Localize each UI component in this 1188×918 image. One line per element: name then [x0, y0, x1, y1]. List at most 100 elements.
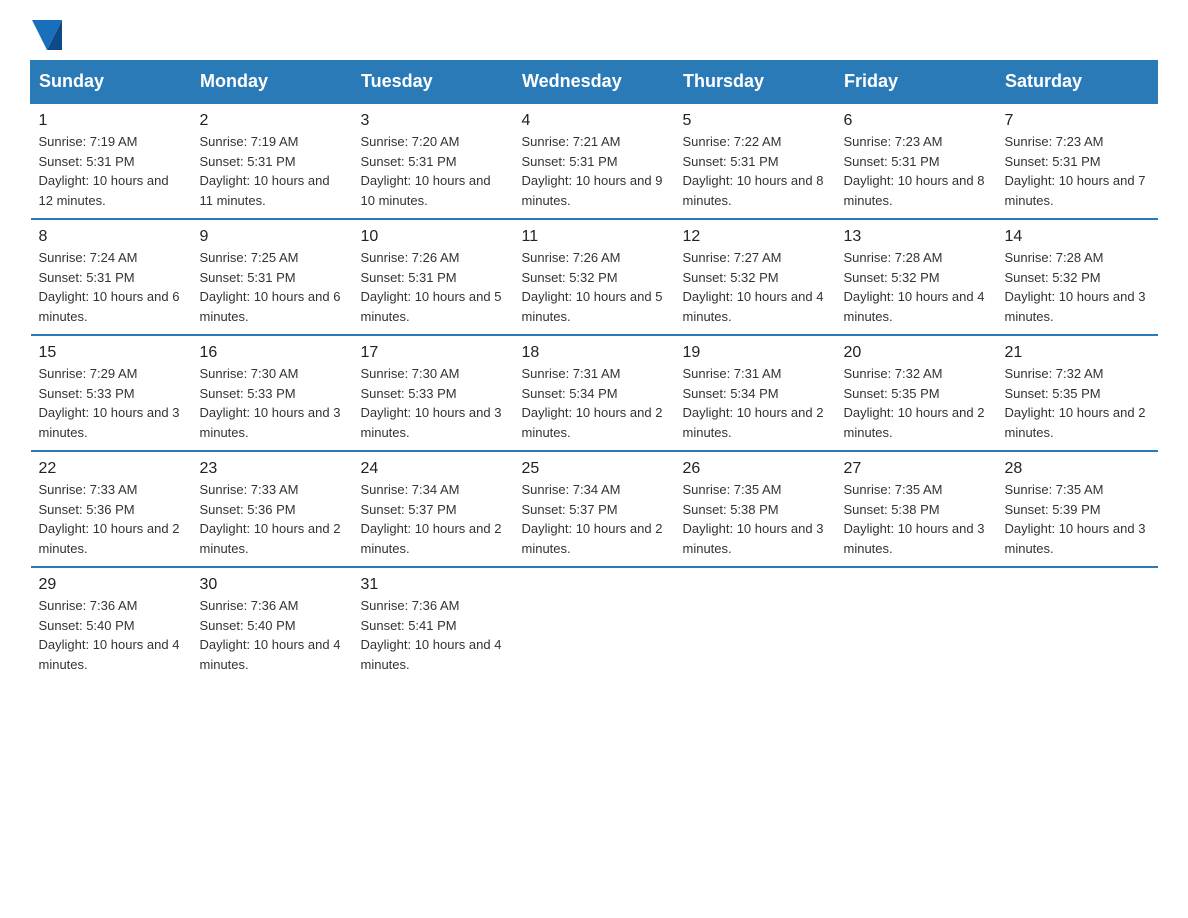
calendar-cell: 20 Sunrise: 7:32 AMSunset: 5:35 PMDaylig… — [836, 335, 997, 451]
calendar-cell — [836, 567, 997, 682]
calendar-cell — [675, 567, 836, 682]
calendar-cell: 26 Sunrise: 7:35 AMSunset: 5:38 PMDaylig… — [675, 451, 836, 567]
day-info: Sunrise: 7:21 AMSunset: 5:31 PMDaylight:… — [522, 134, 663, 208]
day-number: 2 — [200, 112, 345, 130]
day-number: 23 — [200, 460, 345, 478]
calendar-cell: 23 Sunrise: 7:33 AMSunset: 5:36 PMDaylig… — [192, 451, 353, 567]
col-friday: Friday — [836, 61, 997, 104]
calendar-cell: 19 Sunrise: 7:31 AMSunset: 5:34 PMDaylig… — [675, 335, 836, 451]
calendar-cell: 16 Sunrise: 7:30 AMSunset: 5:33 PMDaylig… — [192, 335, 353, 451]
calendar-cell: 9 Sunrise: 7:25 AMSunset: 5:31 PMDayligh… — [192, 219, 353, 335]
day-number: 1 — [39, 112, 184, 130]
day-info: Sunrise: 7:34 AMSunset: 5:37 PMDaylight:… — [522, 482, 663, 556]
day-number: 25 — [522, 460, 667, 478]
day-info: Sunrise: 7:34 AMSunset: 5:37 PMDaylight:… — [361, 482, 502, 556]
calendar-cell: 6 Sunrise: 7:23 AMSunset: 5:31 PMDayligh… — [836, 103, 997, 219]
day-number: 7 — [1005, 112, 1150, 130]
day-number: 21 — [1005, 344, 1150, 362]
calendar-week-row: 1 Sunrise: 7:19 AMSunset: 5:31 PMDayligh… — [31, 103, 1158, 219]
day-number: 29 — [39, 576, 184, 594]
day-info: Sunrise: 7:30 AMSunset: 5:33 PMDaylight:… — [200, 366, 341, 440]
day-info: Sunrise: 7:23 AMSunset: 5:31 PMDaylight:… — [844, 134, 985, 208]
page-header — [30, 20, 1158, 50]
calendar-cell: 17 Sunrise: 7:30 AMSunset: 5:33 PMDaylig… — [353, 335, 514, 451]
day-info: Sunrise: 7:20 AMSunset: 5:31 PMDaylight:… — [361, 134, 491, 208]
calendar-cell: 7 Sunrise: 7:23 AMSunset: 5:31 PMDayligh… — [997, 103, 1158, 219]
calendar-cell: 18 Sunrise: 7:31 AMSunset: 5:34 PMDaylig… — [514, 335, 675, 451]
day-info: Sunrise: 7:26 AMSunset: 5:31 PMDaylight:… — [361, 250, 502, 324]
calendar-week-row: 15 Sunrise: 7:29 AMSunset: 5:33 PMDaylig… — [31, 335, 1158, 451]
day-info: Sunrise: 7:22 AMSunset: 5:31 PMDaylight:… — [683, 134, 824, 208]
day-number: 17 — [361, 344, 506, 362]
calendar-table: Sunday Monday Tuesday Wednesday Thursday… — [30, 60, 1158, 682]
day-info: Sunrise: 7:29 AMSunset: 5:33 PMDaylight:… — [39, 366, 180, 440]
day-number: 30 — [200, 576, 345, 594]
day-info: Sunrise: 7:33 AMSunset: 5:36 PMDaylight:… — [39, 482, 180, 556]
day-info: Sunrise: 7:35 AMSunset: 5:38 PMDaylight:… — [683, 482, 824, 556]
calendar-cell: 29 Sunrise: 7:36 AMSunset: 5:40 PMDaylig… — [31, 567, 192, 682]
day-number: 6 — [844, 112, 989, 130]
day-number: 16 — [200, 344, 345, 362]
calendar-cell: 31 Sunrise: 7:36 AMSunset: 5:41 PMDaylig… — [353, 567, 514, 682]
day-number: 22 — [39, 460, 184, 478]
day-info: Sunrise: 7:32 AMSunset: 5:35 PMDaylight:… — [1005, 366, 1146, 440]
calendar-cell: 24 Sunrise: 7:34 AMSunset: 5:37 PMDaylig… — [353, 451, 514, 567]
day-number: 5 — [683, 112, 828, 130]
day-info: Sunrise: 7:30 AMSunset: 5:33 PMDaylight:… — [361, 366, 502, 440]
col-monday: Monday — [192, 61, 353, 104]
calendar-cell: 25 Sunrise: 7:34 AMSunset: 5:37 PMDaylig… — [514, 451, 675, 567]
calendar-cell: 4 Sunrise: 7:21 AMSunset: 5:31 PMDayligh… — [514, 103, 675, 219]
day-info: Sunrise: 7:31 AMSunset: 5:34 PMDaylight:… — [683, 366, 824, 440]
day-info: Sunrise: 7:33 AMSunset: 5:36 PMDaylight:… — [200, 482, 341, 556]
day-info: Sunrise: 7:24 AMSunset: 5:31 PMDaylight:… — [39, 250, 180, 324]
calendar-cell: 13 Sunrise: 7:28 AMSunset: 5:32 PMDaylig… — [836, 219, 997, 335]
calendar-header-row: Sunday Monday Tuesday Wednesday Thursday… — [31, 61, 1158, 104]
calendar-cell: 11 Sunrise: 7:26 AMSunset: 5:32 PMDaylig… — [514, 219, 675, 335]
day-info: Sunrise: 7:32 AMSunset: 5:35 PMDaylight:… — [844, 366, 985, 440]
day-number: 8 — [39, 228, 184, 246]
calendar-cell: 10 Sunrise: 7:26 AMSunset: 5:31 PMDaylig… — [353, 219, 514, 335]
calendar-cell: 15 Sunrise: 7:29 AMSunset: 5:33 PMDaylig… — [31, 335, 192, 451]
calendar-cell: 22 Sunrise: 7:33 AMSunset: 5:36 PMDaylig… — [31, 451, 192, 567]
calendar-cell: 12 Sunrise: 7:27 AMSunset: 5:32 PMDaylig… — [675, 219, 836, 335]
day-info: Sunrise: 7:23 AMSunset: 5:31 PMDaylight:… — [1005, 134, 1146, 208]
logo — [30, 20, 64, 50]
day-number: 4 — [522, 112, 667, 130]
calendar-cell: 3 Sunrise: 7:20 AMSunset: 5:31 PMDayligh… — [353, 103, 514, 219]
day-info: Sunrise: 7:25 AMSunset: 5:31 PMDaylight:… — [200, 250, 341, 324]
day-number: 14 — [1005, 228, 1150, 246]
day-number: 31 — [361, 576, 506, 594]
day-info: Sunrise: 7:28 AMSunset: 5:32 PMDaylight:… — [1005, 250, 1146, 324]
calendar-cell: 30 Sunrise: 7:36 AMSunset: 5:40 PMDaylig… — [192, 567, 353, 682]
col-wednesday: Wednesday — [514, 61, 675, 104]
calendar-cell — [514, 567, 675, 682]
calendar-cell: 27 Sunrise: 7:35 AMSunset: 5:38 PMDaylig… — [836, 451, 997, 567]
logo-icon — [32, 20, 62, 50]
calendar-week-row: 22 Sunrise: 7:33 AMSunset: 5:36 PMDaylig… — [31, 451, 1158, 567]
day-number: 18 — [522, 344, 667, 362]
day-number: 24 — [361, 460, 506, 478]
calendar-cell: 28 Sunrise: 7:35 AMSunset: 5:39 PMDaylig… — [997, 451, 1158, 567]
calendar-week-row: 8 Sunrise: 7:24 AMSunset: 5:31 PMDayligh… — [31, 219, 1158, 335]
day-info: Sunrise: 7:19 AMSunset: 5:31 PMDaylight:… — [39, 134, 169, 208]
calendar-cell: 8 Sunrise: 7:24 AMSunset: 5:31 PMDayligh… — [31, 219, 192, 335]
day-number: 13 — [844, 228, 989, 246]
day-number: 26 — [683, 460, 828, 478]
calendar-cell: 21 Sunrise: 7:32 AMSunset: 5:35 PMDaylig… — [997, 335, 1158, 451]
day-info: Sunrise: 7:36 AMSunset: 5:41 PMDaylight:… — [361, 598, 502, 672]
calendar-cell — [997, 567, 1158, 682]
calendar-cell: 5 Sunrise: 7:22 AMSunset: 5:31 PMDayligh… — [675, 103, 836, 219]
col-thursday: Thursday — [675, 61, 836, 104]
calendar-cell: 14 Sunrise: 7:28 AMSunset: 5:32 PMDaylig… — [997, 219, 1158, 335]
calendar-week-row: 29 Sunrise: 7:36 AMSunset: 5:40 PMDaylig… — [31, 567, 1158, 682]
calendar-cell: 1 Sunrise: 7:19 AMSunset: 5:31 PMDayligh… — [31, 103, 192, 219]
day-info: Sunrise: 7:36 AMSunset: 5:40 PMDaylight:… — [200, 598, 341, 672]
day-info: Sunrise: 7:27 AMSunset: 5:32 PMDaylight:… — [683, 250, 824, 324]
day-number: 9 — [200, 228, 345, 246]
day-info: Sunrise: 7:35 AMSunset: 5:38 PMDaylight:… — [844, 482, 985, 556]
day-number: 12 — [683, 228, 828, 246]
day-info: Sunrise: 7:31 AMSunset: 5:34 PMDaylight:… — [522, 366, 663, 440]
day-info: Sunrise: 7:35 AMSunset: 5:39 PMDaylight:… — [1005, 482, 1146, 556]
day-number: 20 — [844, 344, 989, 362]
day-info: Sunrise: 7:28 AMSunset: 5:32 PMDaylight:… — [844, 250, 985, 324]
